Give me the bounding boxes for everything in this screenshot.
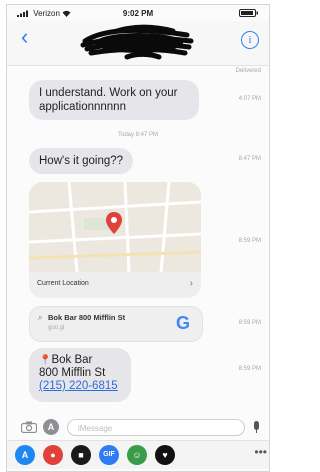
- delivered-label: Delivered: [235, 68, 261, 74]
- message-bubble[interactable]: How's it going??: [29, 148, 134, 174]
- chevron-right-icon: ›: [189, 278, 193, 289]
- search-icon: ⌕: [38, 313, 43, 322]
- digital-touch-icon[interactable]: ■: [71, 445, 91, 465]
- map-footer: Current Location ›: [29, 272, 201, 298]
- google-link-card[interactable]: ⌕ Bok Bar 800 Mifflin St goo.gl G: [29, 306, 203, 342]
- message-time: 8:59 PM: [238, 366, 261, 372]
- app-store-icon[interactable]: A: [43, 419, 59, 435]
- status-time: 9:02 PM: [122, 9, 154, 18]
- message-bubble[interactable]: I understand. Work on your applicationnn…: [29, 80, 199, 120]
- place-name: Bok Bar: [51, 354, 93, 366]
- message-time: 4:07 PM: [238, 96, 261, 102]
- more-apps-icon[interactable]: •••: [254, 445, 267, 459]
- address-bubble[interactable]: 📍Bok Bar 800 Mifflin St (215) 220-6815: [29, 348, 131, 402]
- message-time: 8:47 PM: [238, 156, 261, 162]
- redacted-contact-name: [80, 24, 194, 60]
- message-time: 8:59 PM: [238, 320, 261, 326]
- back-button[interactable]: ‹: [21, 26, 28, 48]
- conversation-header: ‹ i: [7, 21, 269, 66]
- camera-icon[interactable]: [21, 421, 37, 433]
- place-name-line: 📍Bok Bar: [39, 354, 121, 367]
- image-search-icon[interactable]: ●: [43, 445, 63, 465]
- sticker-app-icon[interactable]: ☺: [127, 445, 147, 465]
- app-drawer: A ● ■ GIF ☺ ♥ •••: [7, 440, 269, 469]
- phone-link[interactable]: (215) 220-6815: [39, 380, 121, 393]
- message-list: Delivered I understand. Work on your app…: [7, 66, 269, 417]
- compose-bar: A iMessage: [7, 417, 269, 441]
- map-label: Current Location: [37, 280, 89, 287]
- music-app-icon[interactable]: ♥: [155, 445, 175, 465]
- app-store-drawer-icon[interactable]: A: [15, 445, 35, 465]
- message-time: 8:59 PM: [238, 238, 261, 244]
- info-button[interactable]: i: [241, 31, 259, 49]
- status-bar: Verizon 9:02 PM: [7, 5, 269, 21]
- pin-icon: 📍: [39, 355, 52, 366]
- battery-icon: [239, 9, 258, 17]
- day-separator: Today 8:47 PM: [117, 132, 159, 138]
- location-map-card[interactable]: Current Location ›: [29, 182, 201, 298]
- street-address: 800 Mifflin St: [39, 367, 106, 379]
- messages-screen: Verizon 9:02 PM ‹ i Delivered I understa…: [6, 4, 270, 472]
- gif-app-icon[interactable]: GIF: [99, 445, 119, 465]
- google-logo-icon: G: [175, 313, 190, 333]
- microphone-icon[interactable]: [252, 421, 261, 434]
- link-title: Bok Bar 800 Mifflin St: [48, 313, 126, 322]
- link-subtitle: goo.gl: [48, 325, 65, 331]
- message-input[interactable]: iMessage: [67, 419, 245, 436]
- map-pin-icon: [106, 212, 122, 234]
